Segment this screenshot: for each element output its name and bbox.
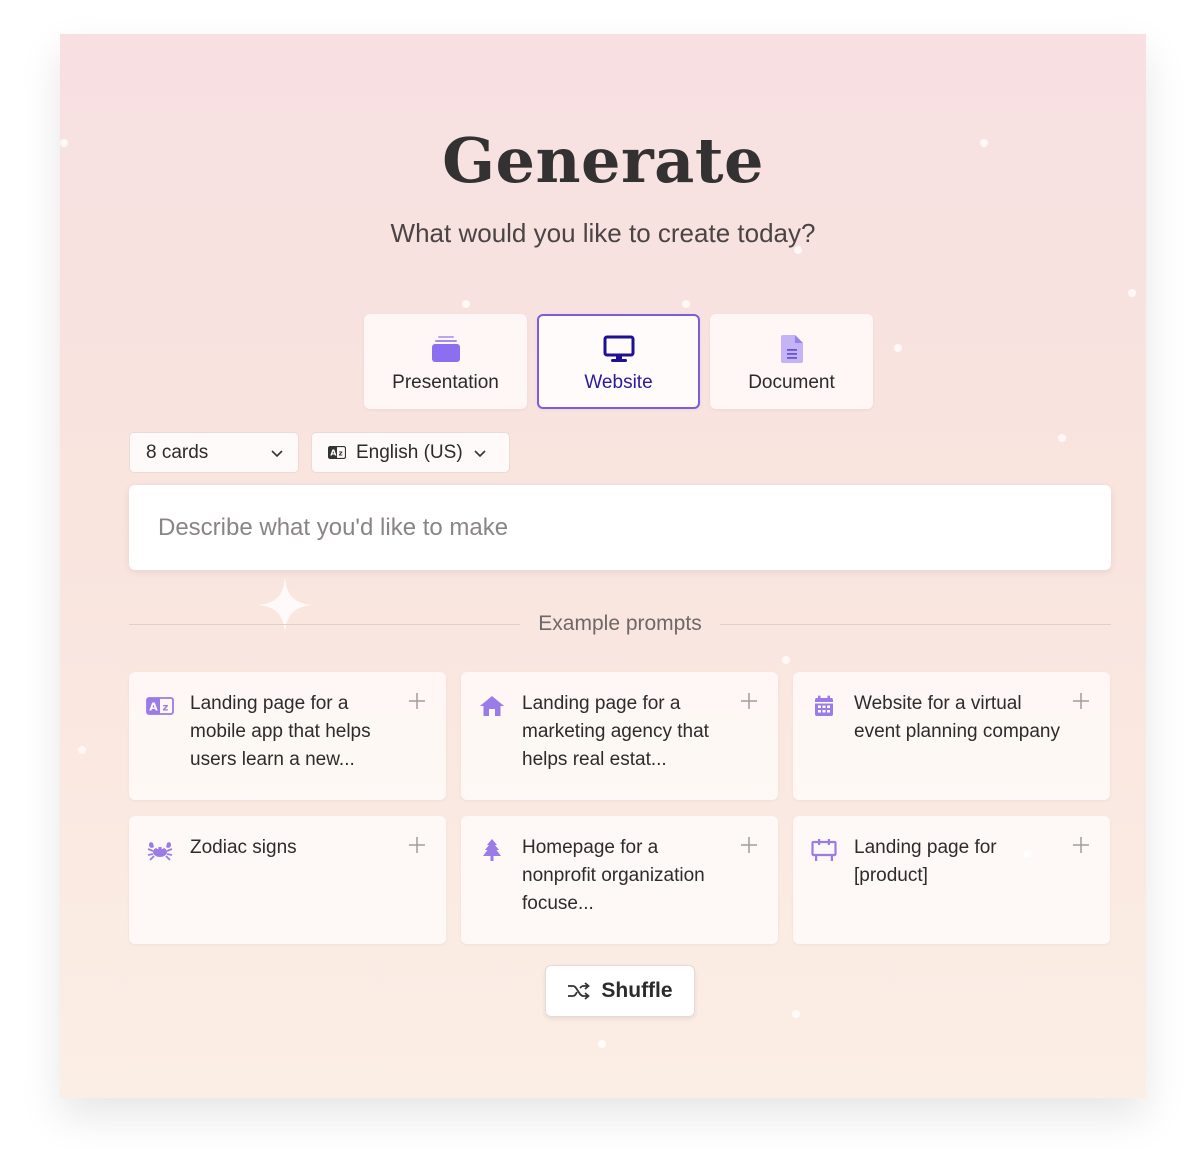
- prompt-input[interactable]: [156, 512, 1060, 543]
- example-prompt-text: Landing page for a mobile app that helps…: [190, 693, 371, 770]
- crab-icon: [146, 838, 174, 862]
- mode-presentation[interactable]: Presentation: [364, 314, 527, 409]
- sparkle-dot: [782, 656, 790, 664]
- shuffle-label: Shuffle: [601, 979, 673, 1002]
- mode-document[interactable]: Document: [710, 314, 873, 409]
- page-subtitle: What would you like to create today?: [390, 218, 816, 248]
- tree-icon: [478, 838, 506, 862]
- page-title: Generate: [442, 124, 764, 197]
- monitor-icon: [603, 334, 635, 364]
- billboard-icon: [810, 838, 838, 862]
- example-prompts-divider: Example prompts: [129, 610, 1111, 638]
- sparkle-dot: [682, 300, 690, 308]
- example-prompts-grid: A z Landing page for a mobile app that h…: [129, 672, 1111, 944]
- svg-text:A: A: [149, 701, 158, 714]
- calendar-icon: [810, 694, 838, 718]
- example-prompt-card[interactable]: Zodiac signs: [129, 816, 446, 944]
- generate-panel: Generate What would you like to create t…: [60, 34, 1146, 1098]
- cards-count-value: 8 cards: [146, 441, 209, 463]
- language-select[interactable]: A z English (US): [311, 432, 510, 473]
- sparkle-dot: [792, 1010, 800, 1018]
- sparkle-dot: [598, 1040, 606, 1048]
- divider-line: [719, 623, 1111, 625]
- mode-label: Website: [584, 372, 653, 393]
- mode-selector: Presentation Website Document: [364, 314, 873, 409]
- chevron-down-icon: [271, 449, 283, 457]
- example-prompt-text: Landing page for [product]: [854, 837, 997, 886]
- generation-options: 8 cards A z English (US): [129, 432, 510, 473]
- example-prompt-text: Homepage for a nonprofit organization fo…: [522, 837, 705, 914]
- example-prompt-card[interactable]: A z Landing page for a mobile app that h…: [129, 672, 446, 800]
- translate-icon: A z: [328, 446, 346, 459]
- sparkle-dot: [462, 300, 470, 308]
- example-prompt-text: Website for a virtual event planning com…: [854, 693, 1060, 742]
- example-prompt-text: Landing page for a marketing agency that…: [522, 693, 709, 770]
- example-prompts-heading: Example prompts: [538, 612, 702, 635]
- divider-line: [129, 623, 521, 625]
- translate-icon: A z: [146, 694, 174, 718]
- plus-icon[interactable]: [740, 836, 758, 854]
- plus-icon[interactable]: [740, 692, 758, 710]
- document-icon: [780, 334, 803, 364]
- prompt-box: [129, 485, 1111, 570]
- cards-count-select[interactable]: 8 cards: [129, 432, 299, 473]
- example-prompt-card[interactable]: Homepage for a nonprofit organization fo…: [461, 816, 778, 944]
- shuffle-icon: [568, 982, 591, 1000]
- plus-icon[interactable]: [1072, 836, 1090, 854]
- example-prompt-card[interactable]: Landing page for [product]: [793, 816, 1110, 944]
- house-icon: [478, 694, 506, 718]
- mode-website[interactable]: Website: [537, 314, 700, 409]
- mode-label: Presentation: [392, 372, 499, 393]
- svg-text:z: z: [339, 450, 343, 458]
- plus-icon[interactable]: [408, 836, 426, 854]
- sparkle-dot: [1128, 289, 1136, 297]
- svg-text:A: A: [330, 449, 337, 458]
- example-prompt-card[interactable]: Landing page for a marketing agency that…: [461, 672, 778, 800]
- sparkle-dot: [78, 746, 86, 754]
- sparkle-dot: [1058, 434, 1066, 442]
- shuffle-button[interactable]: Shuffle: [545, 965, 695, 1017]
- svg-text:z: z: [163, 703, 169, 714]
- chevron-down-icon: [474, 449, 486, 457]
- plus-icon[interactable]: [408, 692, 426, 710]
- sparkle-dot: [894, 344, 902, 352]
- presentation-icon: [431, 334, 461, 364]
- plus-icon[interactable]: [1072, 692, 1090, 710]
- example-prompt-card[interactable]: Website for a virtual event planning com…: [793, 672, 1110, 800]
- example-prompt-text: Zodiac signs: [190, 837, 297, 858]
- mode-label: Document: [748, 372, 835, 393]
- language-value: English (US): [356, 441, 463, 463]
